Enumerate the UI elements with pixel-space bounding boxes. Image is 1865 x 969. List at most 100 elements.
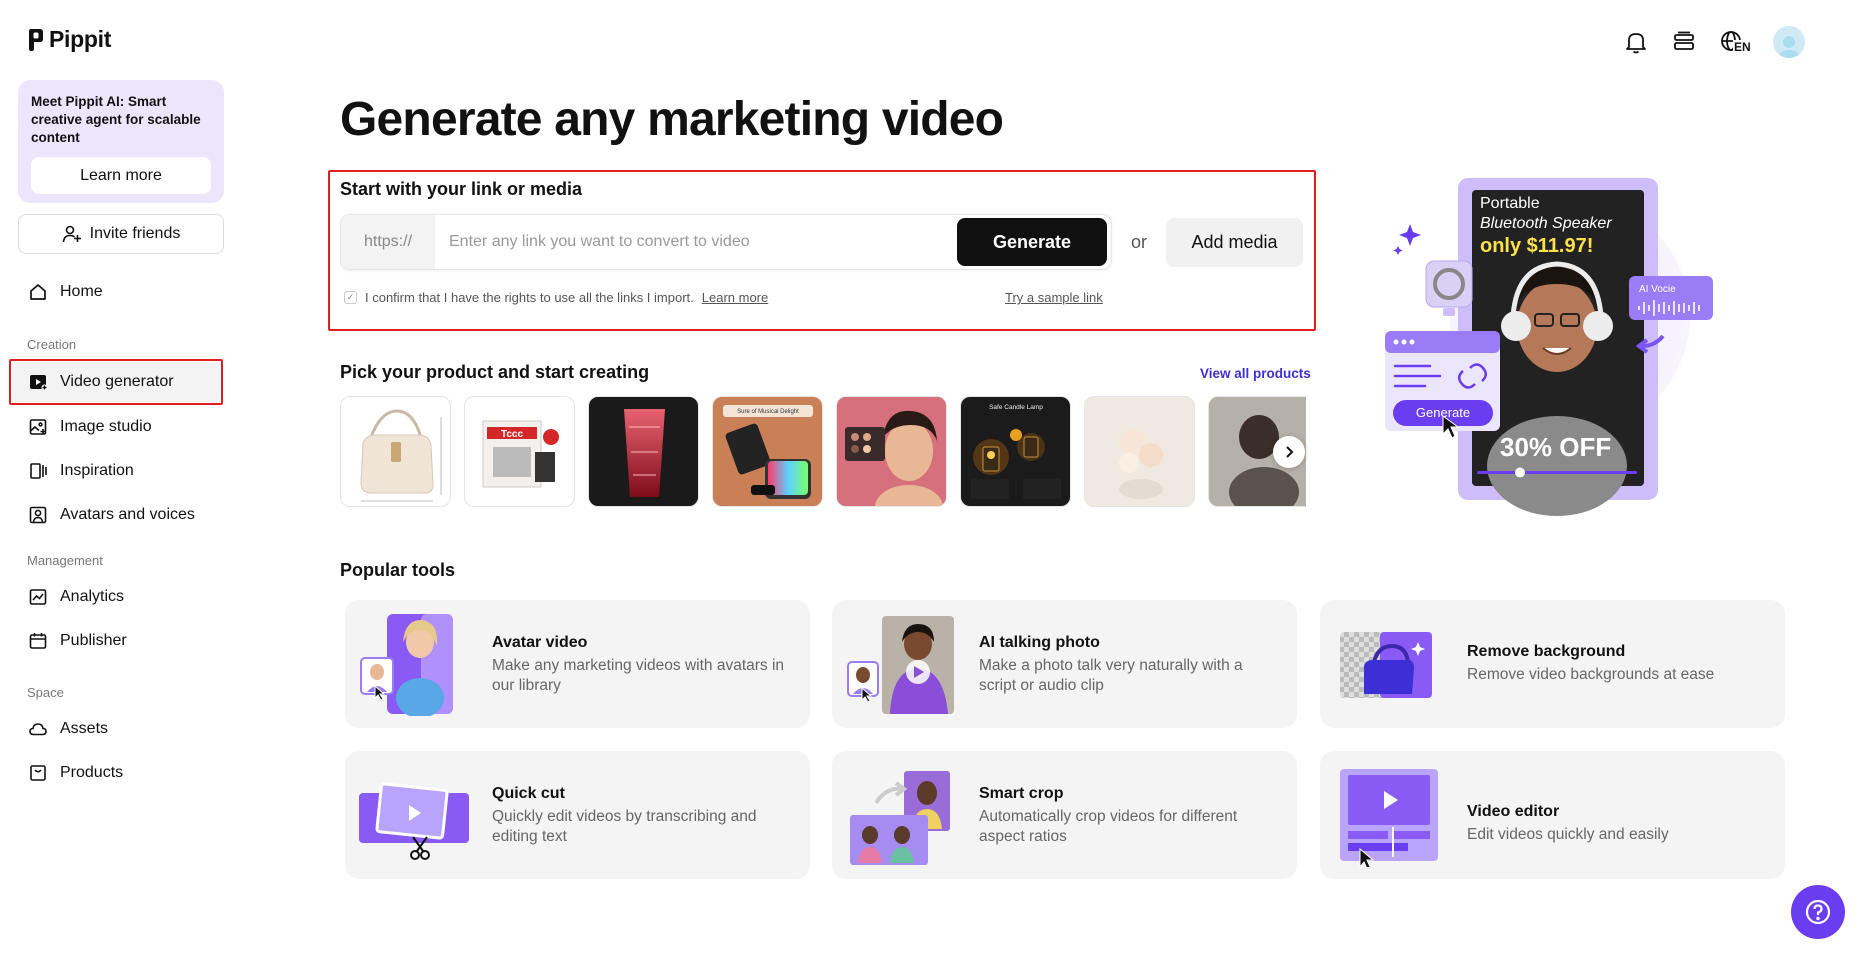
tool-description: Make any marketing videos with avatars i…: [492, 656, 792, 696]
avatar-icon: [28, 505, 48, 525]
cloud-icon: [28, 719, 48, 739]
analytics-icon: [28, 587, 48, 607]
inspiration-icon: [28, 461, 48, 481]
product-thumbnail-makeup[interactable]: [836, 396, 947, 507]
promo-card: Meet Pippit AI: Smart creative agent for…: [18, 80, 224, 203]
rights-confirmation: ✓ I confirm that I have the rights to us…: [344, 290, 768, 305]
tool-name: Quick cut: [492, 785, 565, 803]
sidebar-item-label: Assets: [60, 720, 108, 738]
chevron-right-icon: [1282, 445, 1296, 459]
ai-talking-photo-thumbnail: [846, 612, 956, 716]
promo-text: Meet Pippit AI: Smart creative agent for…: [31, 93, 211, 147]
invite-friends-label: Invite friends: [90, 225, 181, 243]
view-all-products-link[interactable]: View all products: [1200, 366, 1311, 381]
image-studio-icon: [28, 417, 48, 437]
tool-name: Video editor: [1467, 803, 1559, 821]
language-code: EN: [1733, 40, 1752, 54]
help-button[interactable]: [1791, 885, 1845, 939]
tool-description: Quickly edit videos by transcribing and …: [492, 807, 792, 847]
tool-description: Automatically crop videos for different …: [979, 807, 1279, 847]
sidebar-item-label: Inspiration: [60, 462, 134, 480]
user-avatar-icon: [1776, 32, 1802, 58]
product-thumb-text: Tccc: [501, 429, 523, 440]
sidebar-item-products[interactable]: Products: [28, 761, 123, 785]
rights-checkbox[interactable]: ✓: [344, 291, 357, 304]
user-avatar[interactable]: [1773, 26, 1805, 58]
tool-card-smart-crop[interactable]: Smart crop Automatically crop videos for…: [832, 751, 1297, 879]
product-thumbnail-handbag[interactable]: [340, 396, 451, 507]
product-thumbnail-speaker[interactable]: Sure of Musical Delight: [712, 396, 823, 507]
tool-name: AI talking photo: [979, 634, 1100, 652]
try-sample-link[interactable]: Try a sample link: [1005, 290, 1103, 305]
add-media-button[interactable]: Add media: [1166, 218, 1303, 267]
app-name: Pippit: [49, 26, 111, 53]
carousel-next-button[interactable]: [1273, 436, 1305, 468]
link-section-title: Start with your link or media: [340, 179, 582, 200]
product-thumbnail-glass[interactable]: [588, 396, 699, 507]
page-title: Generate any marketing video: [340, 92, 1003, 147]
stack-layers-icon[interactable]: [1671, 29, 1697, 55]
sidebar-item-publisher[interactable]: Publisher: [28, 629, 127, 653]
video-editor-thumbnail: [1334, 763, 1444, 867]
section-label-space: Space: [27, 685, 64, 700]
tool-name: Remove background: [1467, 643, 1625, 661]
tool-description: Make a photo talk very naturally with a …: [979, 656, 1279, 696]
or-separator: or: [1131, 232, 1147, 253]
sidebar-item-label: Home: [60, 283, 103, 301]
product-box-icon: [28, 763, 48, 783]
sidebar-item-label: Analytics: [60, 588, 124, 606]
hero-price: only $11.97!: [1480, 235, 1593, 257]
product-thumbnail-kit[interactable]: Tccc: [464, 396, 575, 507]
link-input-group: https:// Generate: [340, 214, 1112, 270]
sidebar-item-assets[interactable]: Assets: [28, 717, 108, 741]
products-section-title: Pick your product and start creating: [340, 362, 649, 383]
notification-bell-icon[interactable]: [1623, 29, 1649, 55]
product-thumbnail-flowers[interactable]: [1084, 396, 1195, 507]
rights-text: I confirm that I have the rights to use …: [365, 290, 694, 305]
hero-ai-voice-label: AI Vocie: [1639, 284, 1676, 295]
popular-tools-title: Popular tools: [340, 560, 455, 581]
tool-description: Edit videos quickly and easily: [1467, 825, 1767, 845]
home-icon: [28, 282, 48, 302]
generate-button[interactable]: Generate: [957, 218, 1107, 266]
sidebar-item-label: Publisher: [60, 632, 127, 650]
sidebar-item-home[interactable]: Home: [28, 280, 103, 304]
app-logo[interactable]: Pippit: [28, 26, 111, 53]
tool-card-avatar-video[interactable]: Avatar video Make any marketing videos w…: [345, 600, 810, 728]
tool-description: Remove video backgrounds at ease: [1467, 665, 1767, 685]
tool-name: Avatar video: [492, 634, 587, 652]
rights-learn-more-link[interactable]: Learn more: [702, 290, 768, 305]
hero-discount: 30% OFF: [1500, 432, 1611, 462]
url-prefix: https://: [341, 215, 435, 269]
section-label-creation: Creation: [27, 337, 76, 352]
calendar-icon: [28, 631, 48, 651]
sidebar-item-label: Avatars and voices: [60, 506, 195, 524]
sidebar-item-analytics[interactable]: Analytics: [28, 585, 124, 609]
remove-background-thumbnail: [1334, 612, 1444, 716]
add-user-icon: [62, 224, 82, 244]
hero-illustration: Portable Bluetooth Speaker only $11.97! …: [1385, 176, 1735, 516]
sidebar-item-image-studio[interactable]: Image studio: [28, 415, 152, 439]
product-thumb-text: Safe Candle Lamp: [989, 404, 1043, 411]
hero-text-line2: Bluetooth Speaker: [1480, 215, 1612, 232]
avatar-video-thumbnail: [359, 612, 469, 716]
products-carousel: Tccc Sure of Musical Delight: [340, 396, 1306, 507]
help-question-icon: [1804, 898, 1832, 926]
learn-more-button[interactable]: Learn more: [31, 157, 211, 194]
tool-card-remove-background[interactable]: Remove background Remove video backgroun…: [1320, 600, 1785, 728]
hero-text-line1: Portable: [1480, 195, 1540, 212]
sidebar: Pippit Meet Pippit AI: Smart creative ag…: [0, 0, 240, 969]
tool-card-video-editor[interactable]: Video editor Edit videos quickly and eas…: [1320, 751, 1785, 879]
pippit-logo-icon: [28, 29, 43, 51]
product-thumbnail-candle-lamp[interactable]: Safe Candle Lamp: [960, 396, 1071, 507]
tool-card-ai-talking-photo[interactable]: AI talking photo Make a photo talk very …: [832, 600, 1297, 728]
link-input[interactable]: [435, 215, 957, 269]
smart-crop-thumbnail: [846, 763, 956, 867]
sidebar-item-avatars-voices[interactable]: Avatars and voices: [28, 503, 195, 527]
product-thumb-text: Sure of Musical Delight: [737, 409, 799, 415]
tool-card-quick-cut[interactable]: Quick cut Quickly edit videos by transcr…: [345, 751, 810, 879]
sidebar-item-inspiration[interactable]: Inspiration: [28, 459, 134, 483]
invite-friends-button[interactable]: Invite friends: [18, 214, 224, 254]
header-actions: EN: [1623, 26, 1805, 58]
language-switcher[interactable]: EN: [1719, 29, 1751, 55]
